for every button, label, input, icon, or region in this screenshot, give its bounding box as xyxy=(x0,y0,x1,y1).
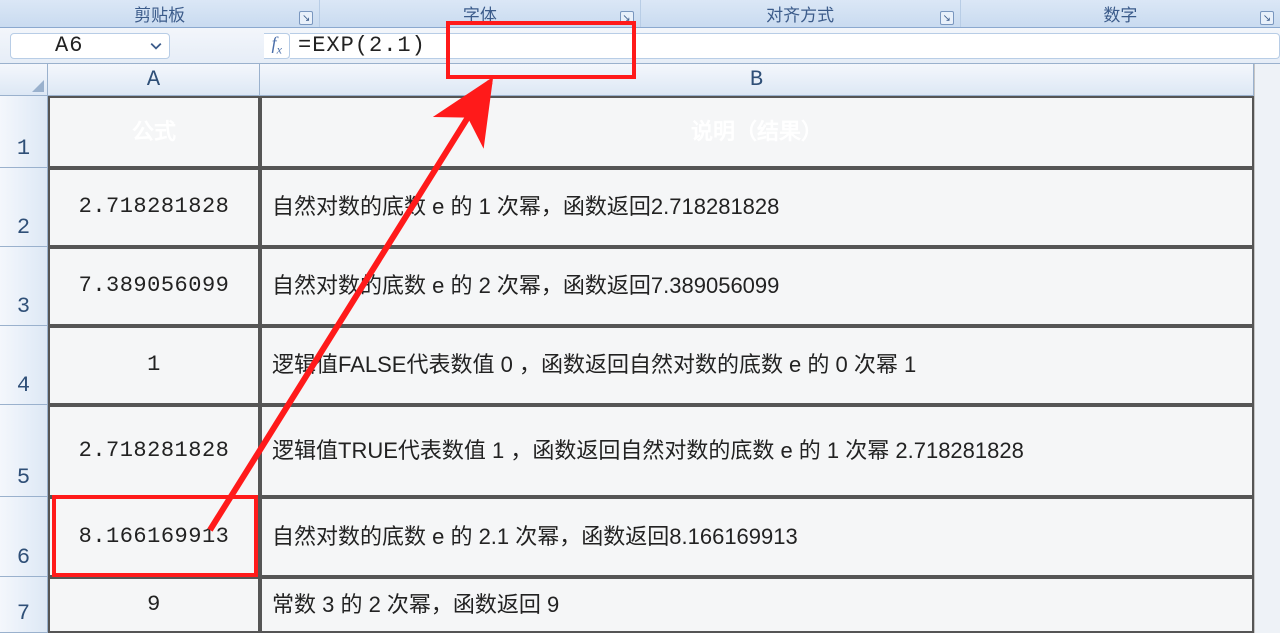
worksheet: A B 1 公式 说明（结果） 2 2.718281828 自然对数的底数 e … xyxy=(0,64,1280,633)
ribbon-group-alignment[interactable]: 对齐方式 ↘ xyxy=(641,0,961,27)
cell-text: 自然对数的底数 e 的 2 次幂，函数返回7.389056099 xyxy=(272,272,779,301)
cell-A2[interactable]: 2.718281828 xyxy=(48,168,260,247)
row-header-2[interactable]: 2 xyxy=(0,168,48,247)
cell-B2[interactable]: 自然对数的底数 e 的 1 次幂，函数返回2.718281828 xyxy=(260,168,1254,247)
row-header-4[interactable]: 4 xyxy=(0,326,48,405)
cell-A1[interactable]: 公式 xyxy=(48,96,260,168)
ribbon-group-number[interactable]: 数字 ↘ xyxy=(961,0,1280,27)
ribbon-group-label: 对齐方式 xyxy=(766,1,834,26)
name-box[interactable]: A6 xyxy=(10,33,170,59)
row-header-3[interactable]: 3 xyxy=(0,247,48,326)
cell-text: 1 xyxy=(147,351,161,380)
cell-B4[interactable]: 逻辑值FALSE代表数值 0 ，函数返回自然对数的底数 e 的 0 次幂 1 xyxy=(260,326,1254,405)
row-header-5[interactable]: 5 xyxy=(0,405,48,497)
fx-icon: fx xyxy=(272,33,282,58)
column-header-A[interactable]: A xyxy=(48,64,260,96)
ribbon-group-font[interactable]: 字体 ↘ xyxy=(320,0,640,27)
ribbon-group-clipboard[interactable]: 剪贴板 ↘ xyxy=(0,0,320,27)
row-header-7[interactable]: 7 xyxy=(0,577,48,633)
ribbon-group-label: 字体 xyxy=(463,1,497,26)
ribbon-group-label: 数字 xyxy=(1103,1,1137,26)
cell-A7[interactable]: 9 xyxy=(48,577,260,633)
cell-text: 8.166169913 xyxy=(79,523,230,552)
ribbon-group-label: 剪贴板 xyxy=(134,1,185,26)
dialog-launcher-icon[interactable]: ↘ xyxy=(620,11,634,25)
cell-A5[interactable]: 2.718281828 xyxy=(48,405,260,497)
formula-text: =EXP(2.1) xyxy=(298,33,426,58)
cell-text: 公式 xyxy=(132,118,176,147)
cell-A4[interactable]: 1 xyxy=(48,326,260,405)
cell-text: 常数 3 的 2 次幂，函数返回 9 xyxy=(272,591,559,620)
cell-text: 2.718281828 xyxy=(79,193,230,222)
cell-B1[interactable]: 说明（结果） xyxy=(260,96,1254,168)
cell-text: 说明（结果） xyxy=(691,118,823,147)
dialog-launcher-icon[interactable]: ↘ xyxy=(1260,11,1274,25)
formula-bar: A6 fx =EXP(2.1) xyxy=(0,28,1280,64)
row-header-6[interactable]: 6 xyxy=(0,497,48,577)
dialog-launcher-icon[interactable]: ↘ xyxy=(940,11,954,25)
cell-B6[interactable]: 自然对数的底数 e 的 2.1 次幂，函数返回8.166169913 xyxy=(260,497,1254,577)
column-header-B[interactable]: B xyxy=(260,64,1254,96)
cell-text: 9 xyxy=(147,591,161,620)
cell-text: 逻辑值FALSE代表数值 0 ，函数返回自然对数的底数 e 的 0 次幂 1 xyxy=(272,351,916,380)
cell-A3[interactable]: 7.389056099 xyxy=(48,247,260,326)
chevron-down-icon[interactable] xyxy=(149,39,163,53)
formula-input[interactable]: =EXP(2.1) xyxy=(290,33,1280,59)
cell-A6[interactable]: 8.166169913 xyxy=(48,497,260,577)
cell-text: 7.389056099 xyxy=(79,272,230,301)
dialog-launcher-icon[interactable]: ↘ xyxy=(299,11,313,25)
name-box-value: A6 xyxy=(55,33,83,58)
row-header-1[interactable]: 1 xyxy=(0,96,48,168)
cell-B7[interactable]: 常数 3 的 2 次幂，函数返回 9 xyxy=(260,577,1254,633)
cell-text: 2.718281828 xyxy=(79,437,230,466)
cell-text: 自然对数的底数 e 的 2.1 次幂，函数返回8.166169913 xyxy=(272,523,798,552)
cell-text: 逻辑值TRUE代表数值 1 ，函数返回自然对数的底数 e 的 1 次幂 2.71… xyxy=(272,437,1024,466)
select-all-corner[interactable] xyxy=(0,64,48,96)
vertical-scrollbar[interactable] xyxy=(1254,64,1280,633)
insert-function-button[interactable]: fx xyxy=(264,33,290,59)
cell-text: 自然对数的底数 e 的 1 次幂，函数返回2.718281828 xyxy=(272,193,779,222)
cell-B3[interactable]: 自然对数的底数 e 的 2 次幂，函数返回7.389056099 xyxy=(260,247,1254,326)
cell-B5[interactable]: 逻辑值TRUE代表数值 1 ，函数返回自然对数的底数 e 的 1 次幂 2.71… xyxy=(260,405,1254,497)
ribbon-groups: 剪贴板 ↘ 字体 ↘ 对齐方式 ↘ 数字 ↘ xyxy=(0,0,1280,28)
